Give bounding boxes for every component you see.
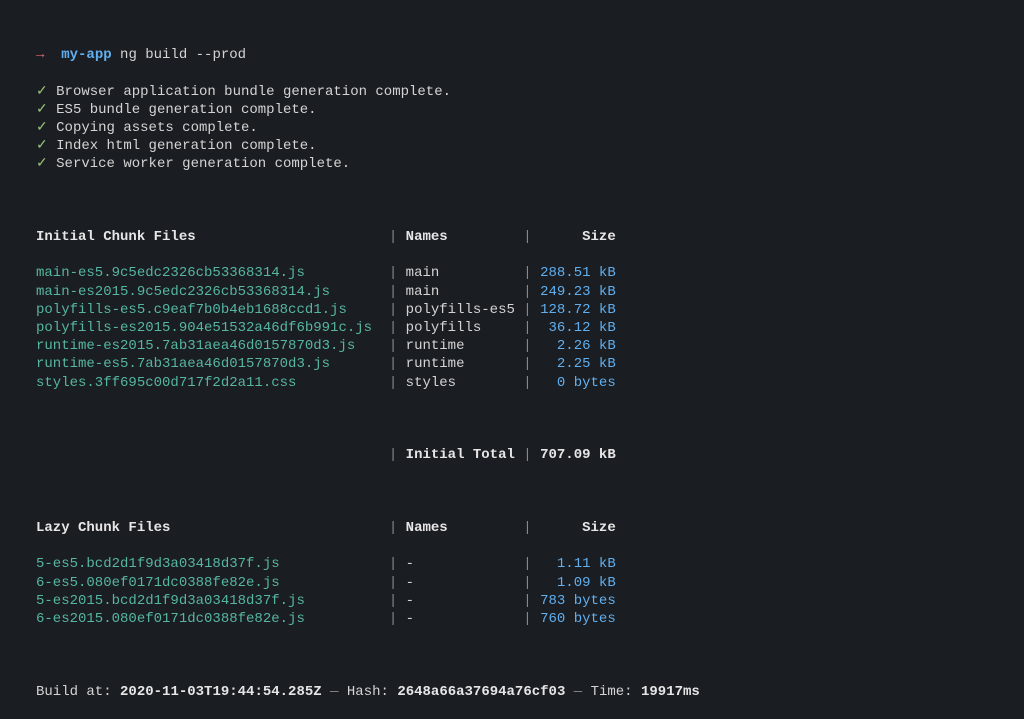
check-icon: ✓ [36, 102, 48, 118]
table-row: polyfills-es5.c9eaf7b0b4eb1688ccd1.js | … [36, 301, 988, 319]
status-line: ✓ ES5 bundle generation complete. [36, 101, 988, 119]
check-icon: ✓ [36, 156, 48, 172]
table-row: main-es5.9c5edc2326cb53368314.js | main … [36, 264, 988, 282]
table-row: 6-es5.080ef0171dc0388fe82e.js | - | 1.09… [36, 574, 988, 592]
table-row: 5-es2015.bcd2d1f9d3a03418d37f.js | - | 7… [36, 592, 988, 610]
check-icon: ✓ [36, 84, 48, 100]
table-row: polyfills-es2015.904e51532a46df6b991c.js… [36, 319, 988, 337]
table-row: styles.3ff695c00d717f2d2a11.css | styles… [36, 374, 988, 392]
status-line: ✓ Browser application bundle generation … [36, 83, 988, 101]
prompt-line[interactable]: → my-app ng build --prod [36, 46, 988, 64]
table-row: main-es2015.9c5edc2326cb53368314.js | ma… [36, 283, 988, 301]
prompt-directory: my-app [61, 47, 111, 63]
table-row: runtime-es2015.7ab31aea46d0157870d3.js |… [36, 337, 988, 355]
terminal-output: → my-app ng build --prod ✓ Browser appli… [0, 0, 1024, 719]
table-row: 5-es5.bcd2d1f9d3a03418d37f.js | - | 1.11… [36, 555, 988, 573]
check-icon: ✓ [36, 120, 48, 136]
check-icon: ✓ [36, 138, 48, 154]
status-line: ✓ Index html generation complete. [36, 137, 988, 155]
table-row: runtime-es5.7ab31aea46d0157870d3.js | ru… [36, 355, 988, 373]
lazy-header: Lazy Chunk Files | Names | Size [36, 519, 988, 537]
status-line: ✓ Service worker generation complete. [36, 155, 988, 173]
build-footer: Build at: 2020-11-03T19:44:54.285Z — Has… [36, 683, 988, 701]
prompt-arrow-icon: → [36, 47, 44, 63]
initial-header: Initial Chunk Files | Names | Size [36, 228, 988, 246]
table-row: 6-es2015.080ef0171dc0388fe82e.js | - | 7… [36, 610, 988, 628]
initial-total: | Initial Total | 707.09 kB [36, 446, 988, 464]
command-text: ng build --prod [120, 47, 246, 63]
status-line: ✓ Copying assets complete. [36, 119, 988, 137]
